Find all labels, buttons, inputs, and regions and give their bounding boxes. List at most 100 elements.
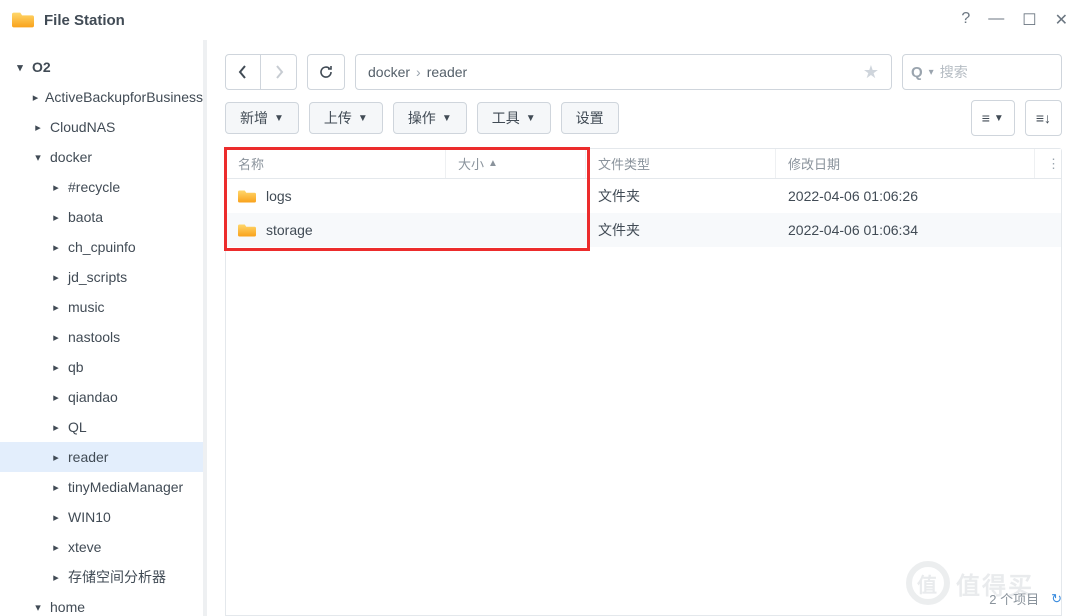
back-button[interactable] bbox=[225, 54, 261, 90]
new-button[interactable]: 新增▼ bbox=[225, 102, 299, 134]
refresh-icon bbox=[318, 64, 334, 80]
refresh-button[interactable] bbox=[307, 54, 345, 90]
tree-item-tinymediamanager[interactable]: tinyMediaManager bbox=[0, 472, 203, 502]
tree-label: ch_cpuinfo bbox=[68, 239, 136, 255]
tree-item-home[interactable]: home bbox=[0, 592, 203, 616]
tree-label: reader bbox=[68, 449, 108, 465]
tree-label: 存储空间分析器 bbox=[68, 567, 166, 587]
chevron-down-icon bbox=[32, 601, 44, 614]
tree-label: QL bbox=[68, 419, 87, 435]
tree-item-qb[interactable]: qb bbox=[0, 352, 203, 382]
tree-label: nastools bbox=[68, 329, 120, 345]
chevron-right-icon bbox=[50, 241, 62, 254]
breadcrumb-part[interactable]: reader bbox=[427, 64, 467, 80]
nav-buttons bbox=[225, 54, 297, 90]
chevron-right-icon bbox=[50, 391, 62, 404]
file-name: storage bbox=[266, 222, 313, 238]
chevron-right-icon bbox=[50, 511, 62, 524]
tree-item-recycle[interactable]: #recycle bbox=[0, 172, 203, 202]
forward-button[interactable] bbox=[261, 54, 297, 90]
tree-item-jdscripts[interactable]: jd_scripts bbox=[0, 262, 203, 292]
tree-item-activebackupforbusiness[interactable]: ActiveBackupforBusiness bbox=[0, 82, 203, 112]
col-date[interactable]: 修改日期 bbox=[776, 149, 1035, 178]
item-count: 2 个项目 bbox=[989, 589, 1039, 608]
chevron-down-icon: ▾ bbox=[929, 67, 934, 78]
tree-item-[interactable]: 存储空间分析器 bbox=[0, 562, 203, 592]
col-type[interactable]: 文件类型 bbox=[586, 149, 776, 178]
tree-item-docker[interactable]: docker bbox=[0, 142, 203, 172]
chevron-right-icon bbox=[50, 481, 62, 494]
tree-label: ActiveBackupforBusiness bbox=[45, 89, 203, 105]
chevron-right-icon bbox=[50, 361, 62, 374]
app-title: File Station bbox=[44, 12, 961, 29]
breadcrumb-sep: › bbox=[416, 64, 421, 80]
tree-label: home bbox=[50, 599, 85, 615]
favorite-star-icon[interactable]: ★ bbox=[863, 62, 879, 83]
breadcrumb[interactable]: docker › reader ★ bbox=[355, 54, 892, 90]
breadcrumb-part[interactable]: docker bbox=[368, 64, 410, 80]
tree-label: qb bbox=[68, 359, 84, 375]
file-type: 文件夹 bbox=[586, 186, 776, 206]
file-name: logs bbox=[266, 188, 292, 204]
tree-label: xteve bbox=[68, 539, 101, 555]
file-type: 文件夹 bbox=[586, 220, 776, 240]
col-name[interactable]: 名称 bbox=[226, 149, 446, 178]
settings-button[interactable]: 设置 bbox=[561, 102, 619, 134]
search-placeholder: 搜索 bbox=[940, 62, 968, 82]
chevron-right-icon bbox=[50, 571, 62, 584]
tree-item-music[interactable]: music bbox=[0, 292, 203, 322]
chevron-down-icon bbox=[14, 61, 26, 74]
sort-button[interactable]: ≡↓ bbox=[1025, 100, 1062, 136]
upload-button[interactable]: 上传▼ bbox=[309, 102, 383, 134]
tree-label: music bbox=[68, 299, 105, 315]
action-button[interactable]: 操作▼ bbox=[393, 102, 467, 134]
column-menu-icon[interactable]: ⋮ bbox=[1035, 149, 1061, 178]
chevron-right-icon bbox=[32, 121, 44, 134]
tree-item-ql[interactable]: QL bbox=[0, 412, 203, 442]
tree-label: #recycle bbox=[68, 179, 120, 195]
tree-item-qiandao[interactable]: qiandao bbox=[0, 382, 203, 412]
col-size[interactable]: 大小 ▲ bbox=[446, 149, 586, 178]
table-row[interactable]: storage 文件夹2022-04-06 01:06:34 bbox=[226, 213, 1061, 247]
chevron-right-icon bbox=[50, 331, 62, 344]
tree-label: tinyMediaManager bbox=[68, 479, 183, 495]
app-icon bbox=[12, 9, 34, 31]
chevron-right-icon bbox=[50, 541, 62, 554]
search-box[interactable]: Q ▾ 搜索 bbox=[902, 54, 1062, 90]
title-bar: File Station ? — ☐ ✕ bbox=[0, 0, 1080, 40]
refresh-icon[interactable]: ↻ bbox=[1051, 591, 1062, 607]
tools-button[interactable]: 工具▼ bbox=[477, 102, 551, 134]
table-row[interactable]: logs 文件夹2022-04-06 01:06:26 bbox=[226, 179, 1061, 213]
tree-label: O2 bbox=[32, 59, 51, 75]
tree-root[interactable]: O2 bbox=[0, 52, 203, 82]
tree-label: WIN10 bbox=[68, 509, 111, 525]
chevron-right-icon bbox=[50, 301, 62, 314]
minimize-button[interactable]: — bbox=[988, 10, 1004, 30]
tree-item-xteve[interactable]: xteve bbox=[0, 532, 203, 562]
close-button[interactable]: ✕ bbox=[1055, 10, 1068, 30]
tree-label: docker bbox=[50, 149, 92, 165]
tree-label: baota bbox=[68, 209, 103, 225]
tree-item-baota[interactable]: baota bbox=[0, 202, 203, 232]
tree-label: jd_scripts bbox=[68, 269, 127, 285]
tree-item-nastools[interactable]: nastools bbox=[0, 322, 203, 352]
file-table: 名称 大小 ▲ 文件类型 修改日期 ⋮ logs 文件夹2022-04-06 01… bbox=[225, 148, 1062, 616]
maximize-button[interactable]: ☐ bbox=[1022, 10, 1036, 30]
chevron-right-icon bbox=[50, 421, 62, 434]
chevron-right-icon bbox=[50, 181, 62, 194]
tree-label: CloudNAS bbox=[50, 119, 115, 135]
search-icon: Q bbox=[911, 64, 923, 81]
tree-label: qiandao bbox=[68, 389, 118, 405]
tree-item-chcpuinfo[interactable]: ch_cpuinfo bbox=[0, 232, 203, 262]
folder-icon bbox=[238, 189, 256, 204]
chevron-down-icon bbox=[32, 151, 44, 164]
file-date: 2022-04-06 01:06:34 bbox=[776, 222, 1035, 238]
status-bar: 2 个项目 ↻ bbox=[989, 589, 1062, 608]
chevron-right-icon bbox=[50, 271, 62, 284]
help-button[interactable]: ? bbox=[961, 10, 970, 30]
tree-item-reader[interactable]: reader bbox=[0, 442, 203, 472]
tree-item-win10[interactable]: WIN10 bbox=[0, 502, 203, 532]
tree-item-cloudnas[interactable]: CloudNAS bbox=[0, 112, 203, 142]
file-date: 2022-04-06 01:06:26 bbox=[776, 188, 1035, 204]
view-mode-button[interactable]: ≡ ▼ bbox=[971, 100, 1015, 136]
